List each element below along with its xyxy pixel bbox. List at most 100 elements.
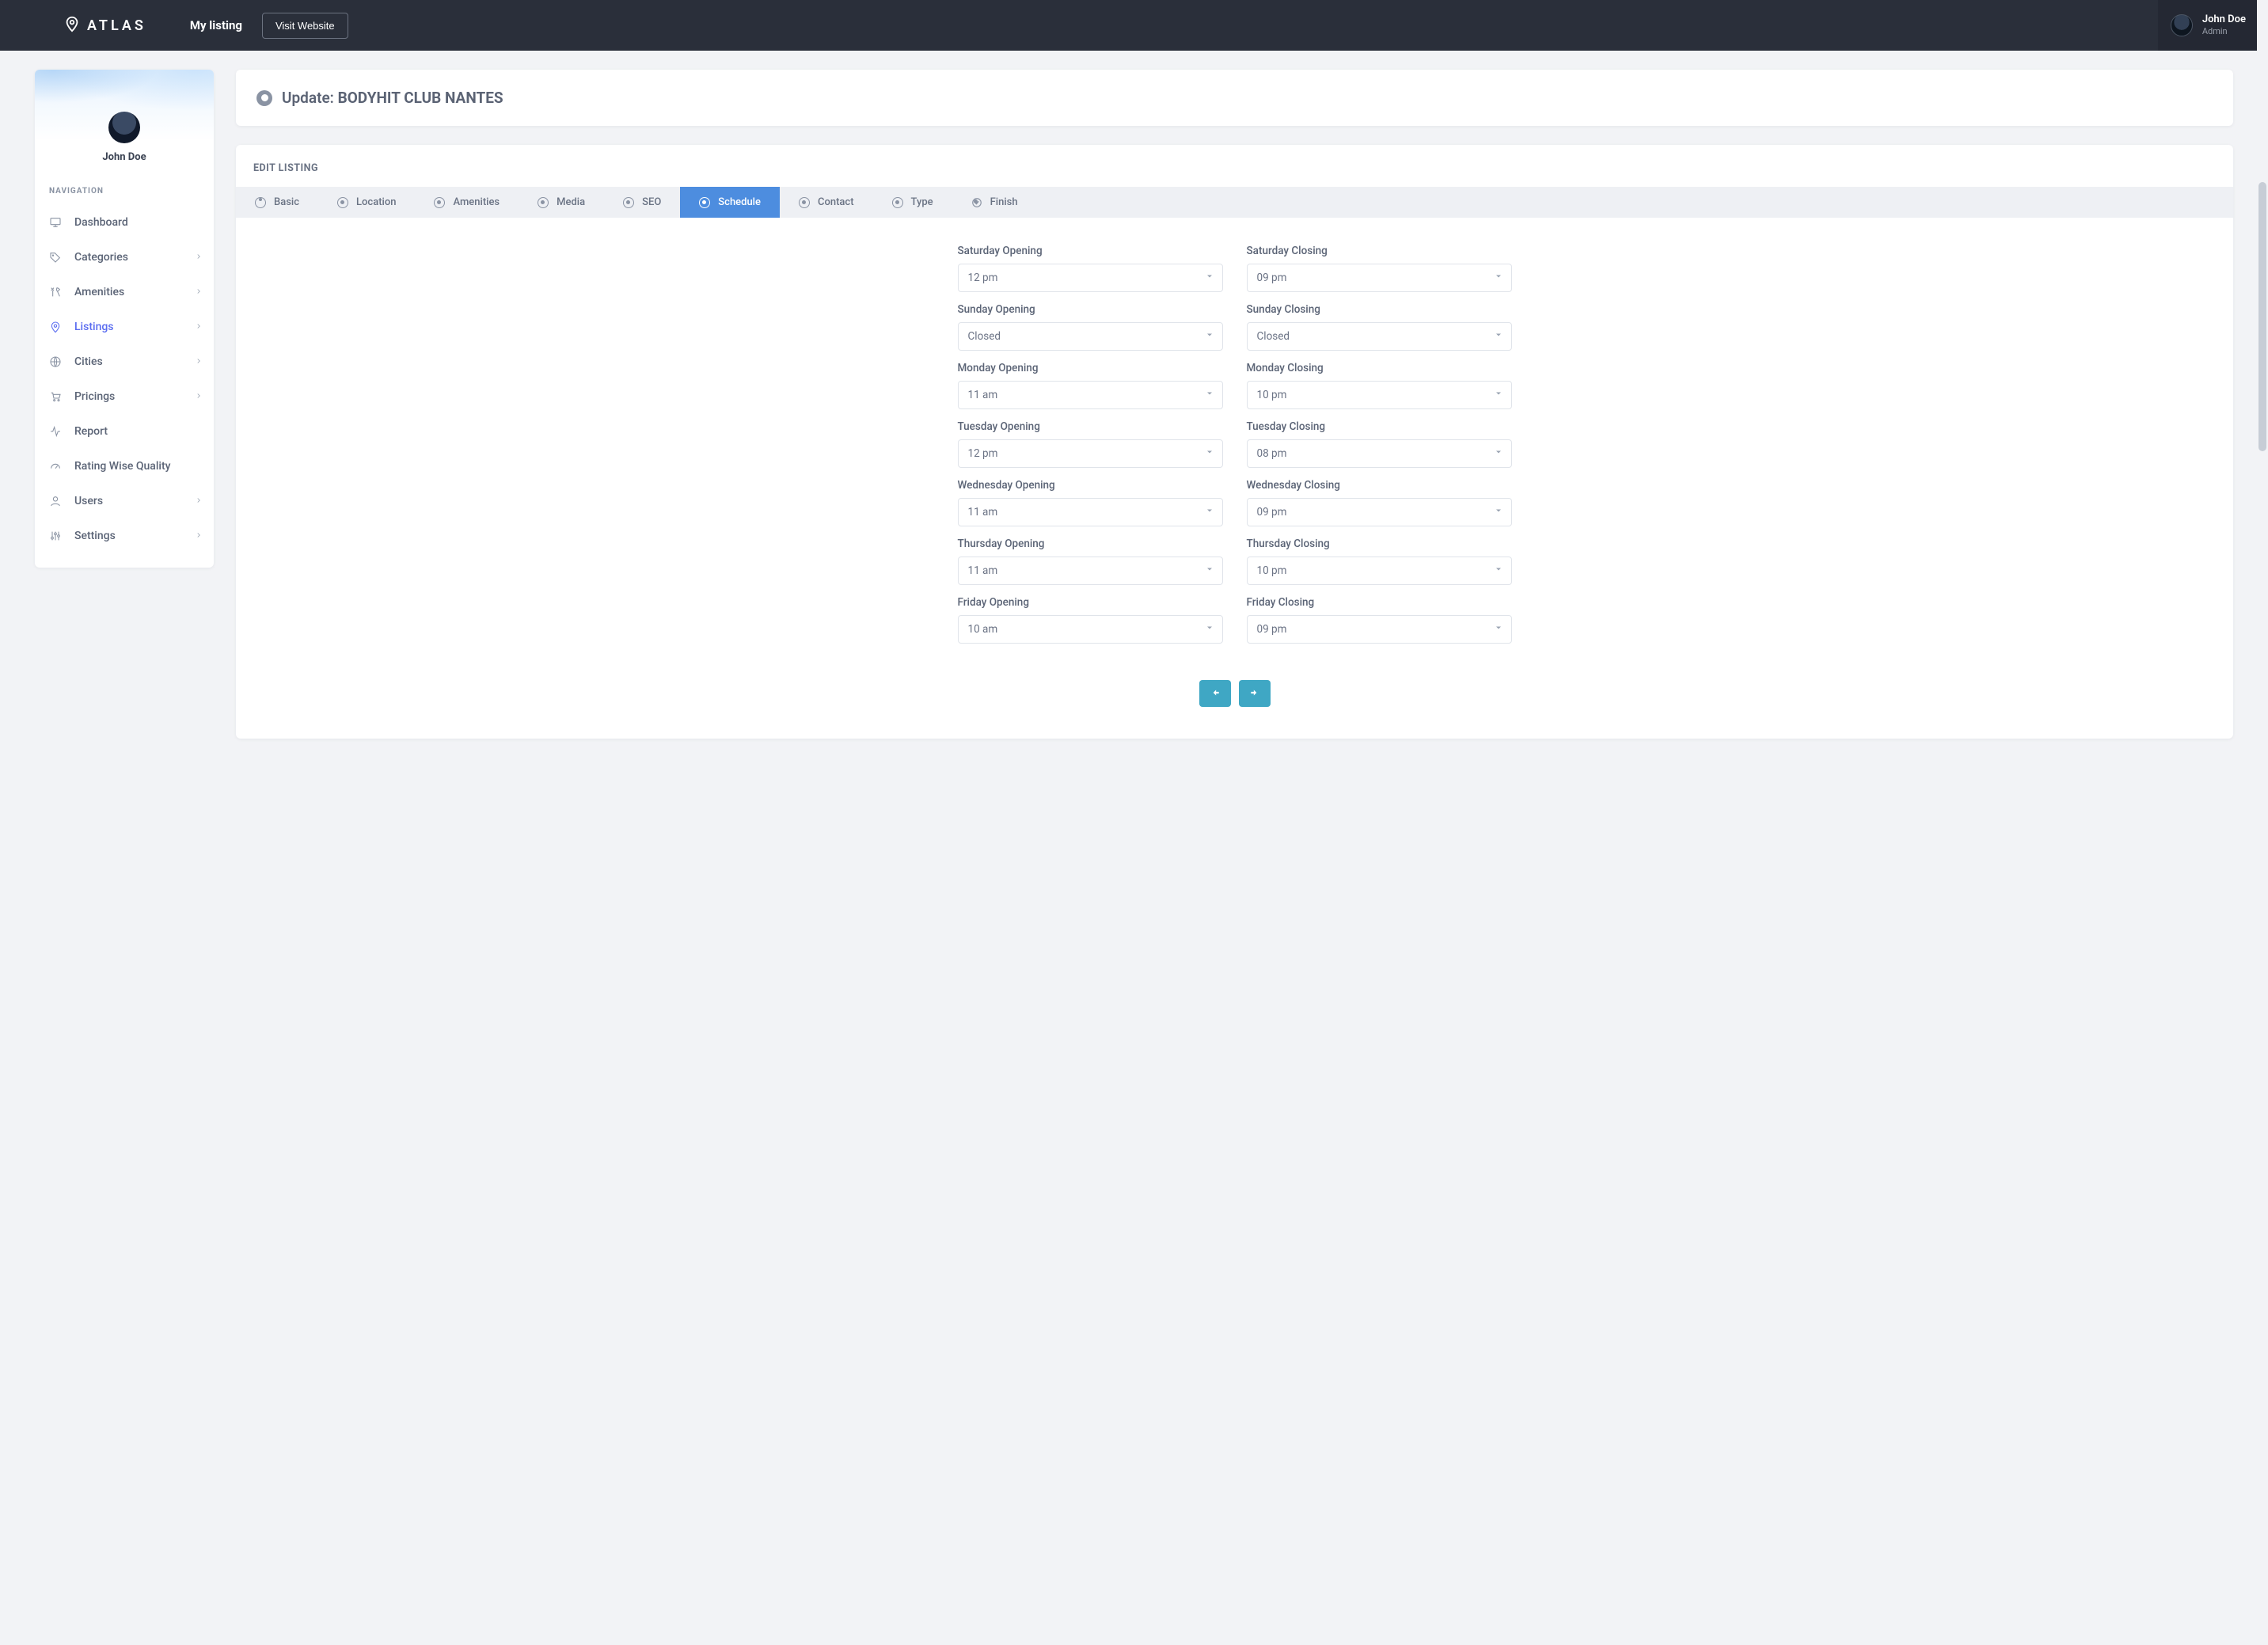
tab-label: Type [911,196,933,208]
globe-icon [49,355,63,368]
nav-list: Dashboard Categories Amenities ListingsCiti… [35,202,214,568]
select-value: Closed [968,330,1001,343]
caret-down-icon [1494,272,1503,284]
sidebar-item-pricings[interactable]: Pricings [35,379,214,414]
label-monday-closing: Monday Closing [1247,362,1512,374]
gauge-icon [49,460,63,473]
select-thursday-closing[interactable]: 10 pm [1247,557,1512,585]
label-thursday-closing: Thursday Closing [1247,538,1512,550]
sidebar-item-settings[interactable]: Settings [35,519,214,553]
select-friday-opening[interactable]: 10 am [958,615,1223,644]
caret-down-icon [1205,330,1214,343]
label-saturday-closing: Saturday Closing [1247,245,1512,257]
sidebar-item-label: Settings [74,530,116,542]
caret-down-icon [1494,506,1503,519]
sidebar-item-rating[interactable]: Rating Wise Quality [35,449,214,484]
chevron-right-icon [195,321,203,333]
tab-dot-icon [699,197,710,208]
visit-website-button[interactable]: Visit Website [262,13,348,39]
prev-step-button[interactable] [1199,680,1231,707]
monitor-icon [49,216,63,229]
tab-schedule[interactable]: Schedule [680,187,780,218]
page-title-card: Update: BODYHIT CLUB NANTES [236,70,2233,126]
select-monday-closing[interactable]: 10 pm [1247,381,1512,409]
tab-amenities[interactable]: Amenities [415,187,519,218]
select-value: 11 am [968,389,998,401]
select-saturday-closing[interactable]: 09 pm [1247,264,1512,292]
select-tuesday-opening[interactable]: 12 pm [958,439,1223,468]
tab-media[interactable]: Media [519,187,604,218]
tab-contact[interactable]: Contact [780,187,873,218]
caret-down-icon [1205,623,1214,636]
sidebar-item-dashboard[interactable]: Dashboard [35,205,214,240]
label-tuesday-opening: Tuesday Opening [958,420,1223,433]
caret-down-icon [1494,330,1503,343]
arrow-left-icon [1210,687,1221,701]
user-name: John Doe [2202,14,2246,25]
user-menu[interactable]: John Doe Admin [2158,0,2268,51]
avatar-icon [108,112,140,143]
my-listing-link[interactable]: My listing [190,18,242,32]
label-tuesday-closing: Tuesday Closing [1247,420,1512,433]
label-friday-opening: Friday Opening [958,596,1223,609]
tab-dot-icon [971,197,982,208]
sidebar-item-report[interactable]: Report [35,414,214,449]
sidebar-item-users[interactable]: Users [35,484,214,519]
tab-label: Contact [818,196,854,208]
sidebar-item-listings[interactable]: Listings [35,310,214,344]
select-saturday-opening[interactable]: 12 pm [958,264,1223,292]
sidebar-item-label: Amenities [74,286,124,298]
chevron-right-icon [195,390,203,403]
brand: ATLAS [63,15,146,36]
step-nav [283,680,2186,707]
select-value: 12 pm [968,272,998,284]
caret-down-icon [1494,389,1503,401]
tab-dot-icon [538,197,549,208]
select-sunday-opening[interactable]: Closed [958,322,1223,351]
select-wednesday-opening[interactable]: 11 am [958,498,1223,526]
tab-basic[interactable]: Basic [236,187,318,218]
label-saturday-opening: Saturday Opening [958,245,1223,257]
scrollbar[interactable] [2257,0,2268,1645]
caret-down-icon [1205,506,1214,519]
tab-finish[interactable]: Finish [952,187,1037,218]
select-monday-opening[interactable]: 11 am [958,381,1223,409]
sidebar-item-amenities[interactable]: Amenities [35,275,214,310]
select-wednesday-closing[interactable]: 09 pm [1247,498,1512,526]
select-friday-closing[interactable]: 09 pm [1247,615,1512,644]
topbar: ATLAS My listing Visit Website John Doe … [0,0,2268,51]
user-icon [49,495,63,507]
tab-label: Finish [990,196,1018,208]
activity-icon [49,425,63,438]
tab-location[interactable]: Location [318,187,415,218]
page-title: Update: BODYHIT CLUB NANTES [282,89,503,107]
tab-type[interactable]: Type [873,187,952,218]
caret-down-icon [1494,623,1503,636]
select-value: Closed [1257,330,1290,343]
sidebar-item-label: Categories [74,251,128,264]
sidebar-item-label: Users [74,495,103,507]
sidebar-item-label: Rating Wise Quality [74,460,171,473]
tab-label: Schedule [718,196,761,208]
select-thursday-opening[interactable]: 11 am [958,557,1223,585]
select-value: 09 pm [1257,623,1287,636]
user-role: Admin [2202,26,2246,36]
select-tuesday-closing[interactable]: 08 pm [1247,439,1512,468]
sidebar-item-cities[interactable]: Cities [35,344,214,379]
tabs: Basic Location AmenitiesMediaSEO Schedule Co… [236,187,2233,218]
next-step-button[interactable] [1239,680,1271,707]
main: Update: BODYHIT CLUB NANTES EDIT LISTING… [236,70,2233,739]
chevron-right-icon [195,355,203,368]
chevron-right-icon [195,286,203,298]
tab-seo[interactable]: SEO [604,187,680,218]
tab-dot-icon [434,197,445,208]
tab-label: Location [356,196,396,208]
sidebar-item-categories[interactable]: Categories [35,240,214,275]
schedule-form: Saturday Opening 12 pm Saturday Closing 09 … [236,218,2233,707]
caret-down-icon [1205,389,1214,401]
sidebar-item-label: Pricings [74,390,115,403]
select-sunday-closing[interactable]: Closed [1247,322,1512,351]
label-thursday-opening: Thursday Opening [958,538,1223,550]
chevron-right-icon [195,251,203,264]
label-friday-closing: Friday Closing [1247,596,1512,609]
